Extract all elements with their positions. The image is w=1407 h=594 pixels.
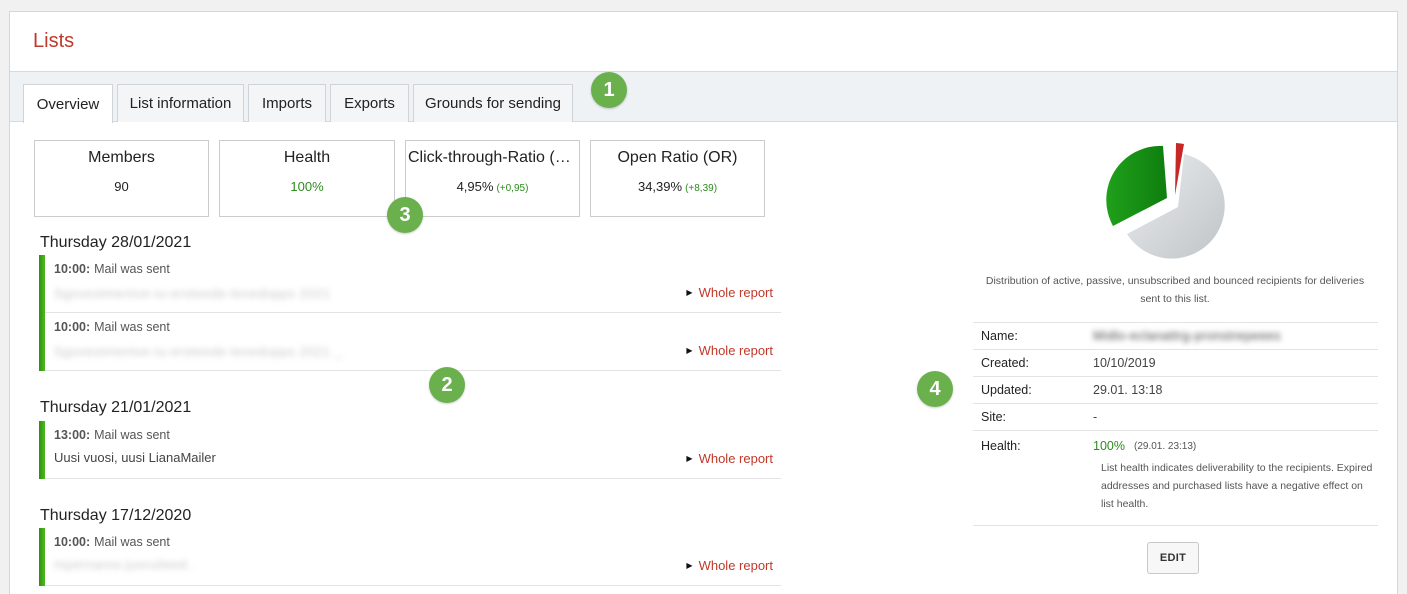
event-time-row: 10:00: Mail was sent	[54, 320, 170, 334]
event-subject: Inpernaros-juoruileed .	[54, 557, 196, 572]
stat-title: Health	[283, 149, 331, 166]
health-timestamp: (29.01. 23:13)	[1133, 441, 1197, 452]
info-label: Site:	[981, 410, 1007, 424]
event-status-bar	[39, 255, 45, 313]
callout-badge-2: 2	[429, 367, 465, 403]
info-value: 29.01. 13:18	[1093, 383, 1163, 397]
recipient-distribution-pie	[1105, 140, 1235, 266]
info-value: 10/10/2019	[1093, 356, 1156, 370]
caret-right-icon: ▶	[686, 454, 693, 463]
event-time: 10:00:	[54, 535, 91, 549]
event-action: Mail was sent	[94, 320, 170, 334]
info-label: Created:	[981, 356, 1029, 370]
event-status-bar	[39, 528, 45, 586]
whole-report-link[interactable]: ▶ Whole report	[686, 285, 773, 300]
stat-card-ctr: Click-through-Ratio (CTR) 4,95% (+0,95)	[405, 140, 580, 217]
whole-report-label: Whole report	[698, 558, 773, 573]
tab-bar: Overview List information Imports Export…	[10, 72, 1397, 123]
callout-badge-3: 3	[387, 197, 423, 233]
timeline-day-title: Thursday 28/01/2021	[40, 234, 192, 251]
whole-report-link[interactable]: ▶ Whole report	[686, 343, 773, 358]
stat-value-row: 34,39% (+8,39)	[591, 179, 764, 194]
pie-caption: Distribution of active, passive, unsubsc…	[985, 275, 1365, 305]
whole-report-link[interactable]: ▶ Whole report	[686, 558, 773, 573]
caret-right-icon: ▶	[686, 288, 693, 297]
page-title: Lists	[33, 30, 75, 52]
whole-report-label: Whole report	[698, 451, 773, 466]
timeline-event: 10:00: Mail was sent Sgovestmentve-iu-ero…	[39, 255, 781, 313]
info-row-name: Name: Midlo-eclanattrg-pronstrepeees	[973, 322, 1378, 349]
event-time: 13:00:	[54, 428, 91, 442]
event-time-row: 10:00: Mail was sent	[54, 535, 170, 549]
tab-grounds-for-sending[interactable]: Grounds for sending	[413, 84, 573, 122]
timeline-day-title: Thursday 21/01/2021	[40, 399, 192, 416]
stat-value: 90	[114, 179, 129, 194]
list-info-table: Name: Midlo-eclanattrg-pronstrepeees Cre…	[973, 322, 1378, 526]
info-label: Name:	[981, 329, 1018, 343]
tab-imports[interactable]: Imports	[248, 84, 326, 122]
event-time: 10:00:	[54, 262, 91, 276]
event-subject: Uusi vuosi, uusi LianaMailer	[54, 450, 216, 465]
event-time: 10:00:	[54, 320, 91, 334]
health-value: 100%	[1093, 439, 1125, 453]
stat-value-row: 4,95% (+0,95)	[406, 179, 579, 194]
stat-title: Open Ratio (OR)	[617, 149, 738, 166]
event-time-row: 10:00: Mail was sent	[54, 262, 170, 276]
info-row-site: Site: -	[973, 403, 1378, 430]
info-value: Midlo-eclanattrg-pronstrepeees	[1093, 329, 1282, 343]
panel-header: Lists	[10, 12, 1397, 72]
pie-slice-active	[1106, 145, 1167, 226]
info-table-divider	[973, 525, 1378, 526]
stat-value: 100%	[290, 179, 324, 194]
event-action: Mail was sent	[94, 428, 170, 442]
info-row-health: Health: 100% (29.01. 23:13) List health …	[973, 430, 1378, 525]
stat-value: 34,39%	[637, 179, 683, 194]
health-line: Health: 100% (29.01. 23:13)	[973, 439, 1378, 453]
callout-badge-4: 4	[917, 371, 953, 407]
stat-title: Members	[88, 149, 155, 166]
event-action: Mail was sent	[94, 535, 170, 549]
timeline-event: 13:00: Mail was sent Uusi vuosi, uusi Lia…	[39, 421, 781, 479]
event-subject: Sgovestmentve-iu-eroteede-lenedopps 2021…	[54, 344, 343, 359]
info-label: Health:	[981, 439, 1021, 453]
pie-chart-svg	[1106, 143, 1225, 259]
whole-report-label: Whole report	[698, 285, 773, 300]
info-value: -	[1093, 410, 1098, 424]
timeline-event: 10:00: Mail was sent Inpernaros-juoruilee…	[39, 528, 781, 586]
caret-right-icon: ▶	[686, 346, 693, 355]
event-subject: Sgovestmentve-iu-eroteede-lenedopps 2021	[54, 286, 331, 301]
event-status-bar	[39, 313, 45, 371]
whole-report-label: Whole report	[698, 343, 773, 358]
whole-report-link[interactable]: ▶ Whole report	[686, 451, 773, 466]
stat-delta: (+8,39)	[685, 183, 718, 194]
stat-card-members: Members 90	[34, 140, 209, 217]
edit-button[interactable]: EDIT	[1147, 542, 1199, 574]
info-row-updated: Updated: 29.01. 13:18	[973, 376, 1378, 403]
health-note: List health indicates deliverability to …	[1101, 462, 1373, 510]
info-label: Updated:	[981, 383, 1032, 397]
stat-card-open-ratio: Open Ratio (OR) 34,39% (+8,39)	[590, 140, 765, 217]
stat-title: Click-through-Ratio (CTR)	[408, 149, 579, 166]
stat-value: 4,95%	[456, 179, 494, 194]
timeline-event: 10:00: Mail was sent Sgovestmentve-iu-ero…	[39, 313, 781, 371]
callout-badge-1: 1	[591, 72, 627, 108]
event-status-bar	[39, 421, 45, 479]
event-time-row: 13:00: Mail was sent	[54, 428, 170, 442]
event-action: Mail was sent	[94, 262, 170, 276]
stat-delta: (+0,95)	[496, 183, 529, 194]
info-row-created: Created: 10/10/2019	[973, 349, 1378, 376]
tab-list-information[interactable]: List information	[117, 84, 244, 122]
stat-card-health: Health 100%	[219, 140, 395, 217]
caret-right-icon: ▶	[686, 561, 693, 570]
tab-overview[interactable]: Overview	[23, 84, 113, 123]
timeline-day-title: Thursday 17/12/2020	[40, 507, 192, 524]
tab-exports[interactable]: Exports	[330, 84, 409, 122]
